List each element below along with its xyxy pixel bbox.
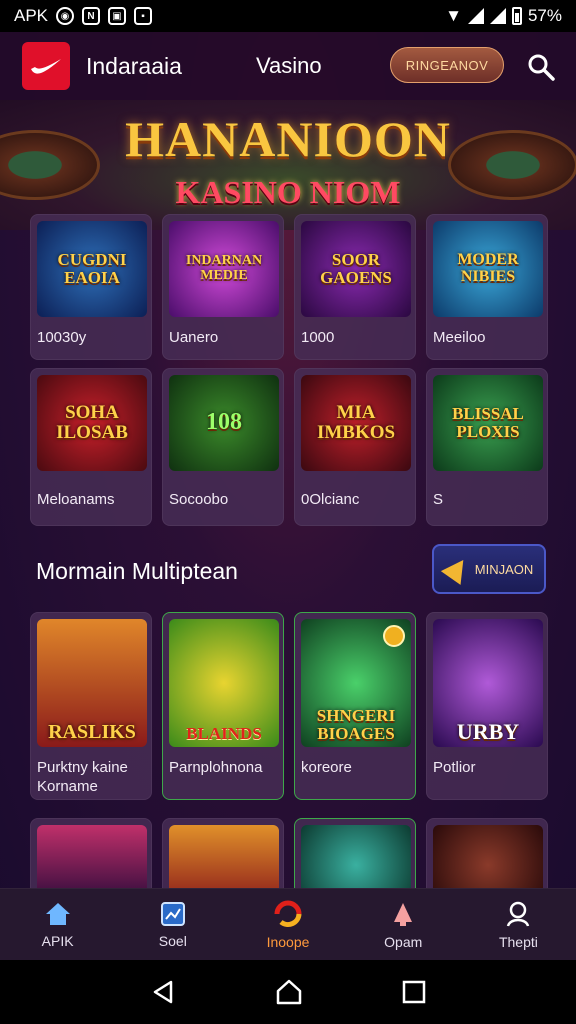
carrier-label: APK: [14, 6, 49, 25]
game-card[interactable]: SOHA ILOSAB Meloanams: [30, 368, 152, 526]
nav-label: Opam: [384, 933, 423, 950]
app-logo[interactable]: [22, 42, 70, 90]
game-title: Meloanams: [37, 491, 115, 508]
game-title: koreore: [301, 759, 352, 776]
hero-banner[interactable]: HANANIOON KASINO NIOM: [0, 100, 576, 230]
nav-label: Soel: [158, 932, 187, 949]
game-thumbnail: INDARNAN MEDIE: [169, 221, 279, 317]
game-title: S: [433, 491, 444, 508]
nav-item-featured[interactable]: Inoope: [230, 889, 345, 960]
multiplayer-more-button[interactable]: MINJAON: [432, 544, 546, 594]
nav-item-profile[interactable]: Thepti: [461, 889, 576, 960]
nav-item-home[interactable]: APIK: [0, 889, 115, 960]
promo-pill-button[interactable]: RINGEANOV: [390, 47, 504, 83]
game-title: 10030y: [37, 329, 87, 346]
casino-link[interactable]: Vasino: [256, 53, 322, 79]
game-card[interactable]: BLAINDS Parnplohnona: [162, 612, 284, 800]
game-thumbnail: 108: [169, 375, 279, 471]
user-icon: [507, 901, 530, 927]
game-thumbnail: BLAINDS: [169, 619, 279, 747]
image-notification-icon: ▣: [108, 7, 127, 25]
game-title: 1000: [301, 329, 335, 346]
game-thumbnail: MIA IMBKOS: [301, 375, 411, 471]
swoosh-icon: [31, 59, 61, 74]
game-thumbnail: SHNGERI BIOAGES: [301, 619, 411, 747]
hero-subtitle: KASINO NIOM: [175, 174, 401, 210]
game-card[interactable]: MODER NIBIES Meeiloo: [426, 214, 548, 360]
nav-item-gallery[interactable]: Soel: [115, 889, 230, 960]
bottom-nav: APIK Soel Inoope Opam Thepti: [0, 888, 576, 960]
nav-label: APIK: [41, 932, 74, 949]
notification-icon: ◉: [56, 7, 75, 25]
nav-label: Thepti: [498, 933, 538, 950]
nav-label: Inoope: [266, 933, 310, 950]
game-thumbnail: URBY: [433, 619, 543, 747]
game-thumbnail: CUGDNI EAOIA: [37, 221, 147, 317]
game-thumbnail: SOHA ILOSAB: [37, 375, 147, 471]
game-card[interactable]: INDARNAN MEDIE Uanero: [162, 214, 284, 360]
signal-icon-2: [489, 8, 506, 24]
game-thumbnail: MODER NIBIES: [433, 221, 543, 317]
system-nav-bar: [0, 960, 576, 1024]
search-icon[interactable]: [526, 52, 556, 82]
app-screen: Indaraaia Vasino RINGEANOV HANANIOON KAS…: [0, 32, 576, 960]
game-title: Socoobo: [169, 491, 229, 508]
game-card[interactable]: CUGDNI EAOIA 10030y: [30, 214, 152, 360]
home-button-icon[interactable]: [274, 977, 304, 1007]
game-card[interactable]: SHNGERI BIOAGES koreore: [294, 612, 416, 800]
app-notification-icon: N: [82, 7, 101, 25]
section-title: Mormain Multiptean: [36, 558, 238, 584]
app-name: Indaraaia: [86, 52, 182, 79]
game-title: Uanero: [169, 329, 219, 346]
game-card[interactable]: SOOR GAOENS 1000: [294, 214, 416, 360]
game-card[interactable]: URBY Potlior: [426, 612, 548, 800]
battery-percent: 57%: [527, 6, 562, 25]
image-icon: [160, 901, 185, 926]
game-card[interactable]: RASLIKS Purktny kaine Korname: [30, 612, 152, 800]
game-grid-row-1: CUGDNI EAOIA 10030y INDARNAN MEDIE Uaner…: [30, 214, 548, 360]
ring-icon: [274, 900, 302, 927]
game-card[interactable]: BLISSAL PLOXIS S: [426, 368, 548, 526]
game-card[interactable]: MIA IMBKOS 0Olcianc: [294, 368, 416, 526]
chat-notification-icon: ▪: [134, 7, 153, 25]
game-title: Meeiloo: [433, 329, 486, 346]
recents-icon[interactable]: [401, 979, 427, 1005]
game-grid-row-2: SOHA ILOSAB Meloanams 108 Socoobo MIA IM…: [30, 368, 548, 526]
game-card[interactable]: 108 Socoobo: [162, 368, 284, 526]
top-bar: Indaraaia Vasino RINGEANOV: [0, 32, 576, 100]
wifi-icon: ▼: [445, 6, 462, 25]
home-icon: [45, 902, 70, 925]
back-icon[interactable]: [149, 978, 177, 1006]
bell-icon: [394, 902, 413, 926]
signal-icon: [467, 8, 484, 24]
more-button-label: MINJAON: [474, 561, 534, 577]
bolt-icon: [440, 553, 473, 585]
game-title: 0Olcianc: [301, 491, 360, 508]
game-title: Potlior: [433, 759, 476, 776]
battery-icon: [511, 7, 522, 25]
game-grid-row-3: RASLIKS Purktny kaine Korname BLAINDS Pa…: [30, 612, 548, 800]
game-title: Purktny kaine Korname: [37, 759, 128, 795]
game-thumbnail: SOOR GAOENS: [301, 221, 411, 317]
game-thumbnail: RASLIKS: [37, 619, 147, 747]
game-title: Parnplohnona: [169, 759, 263, 776]
status-bar: APK ◉ N ▣ ▪ ▼ 57%: [0, 0, 576, 32]
nav-item-alerts[interactable]: Opam: [346, 889, 461, 960]
hero-title: HANANIOON: [125, 111, 451, 167]
game-thumbnail: BLISSAL PLOXIS: [433, 375, 543, 471]
